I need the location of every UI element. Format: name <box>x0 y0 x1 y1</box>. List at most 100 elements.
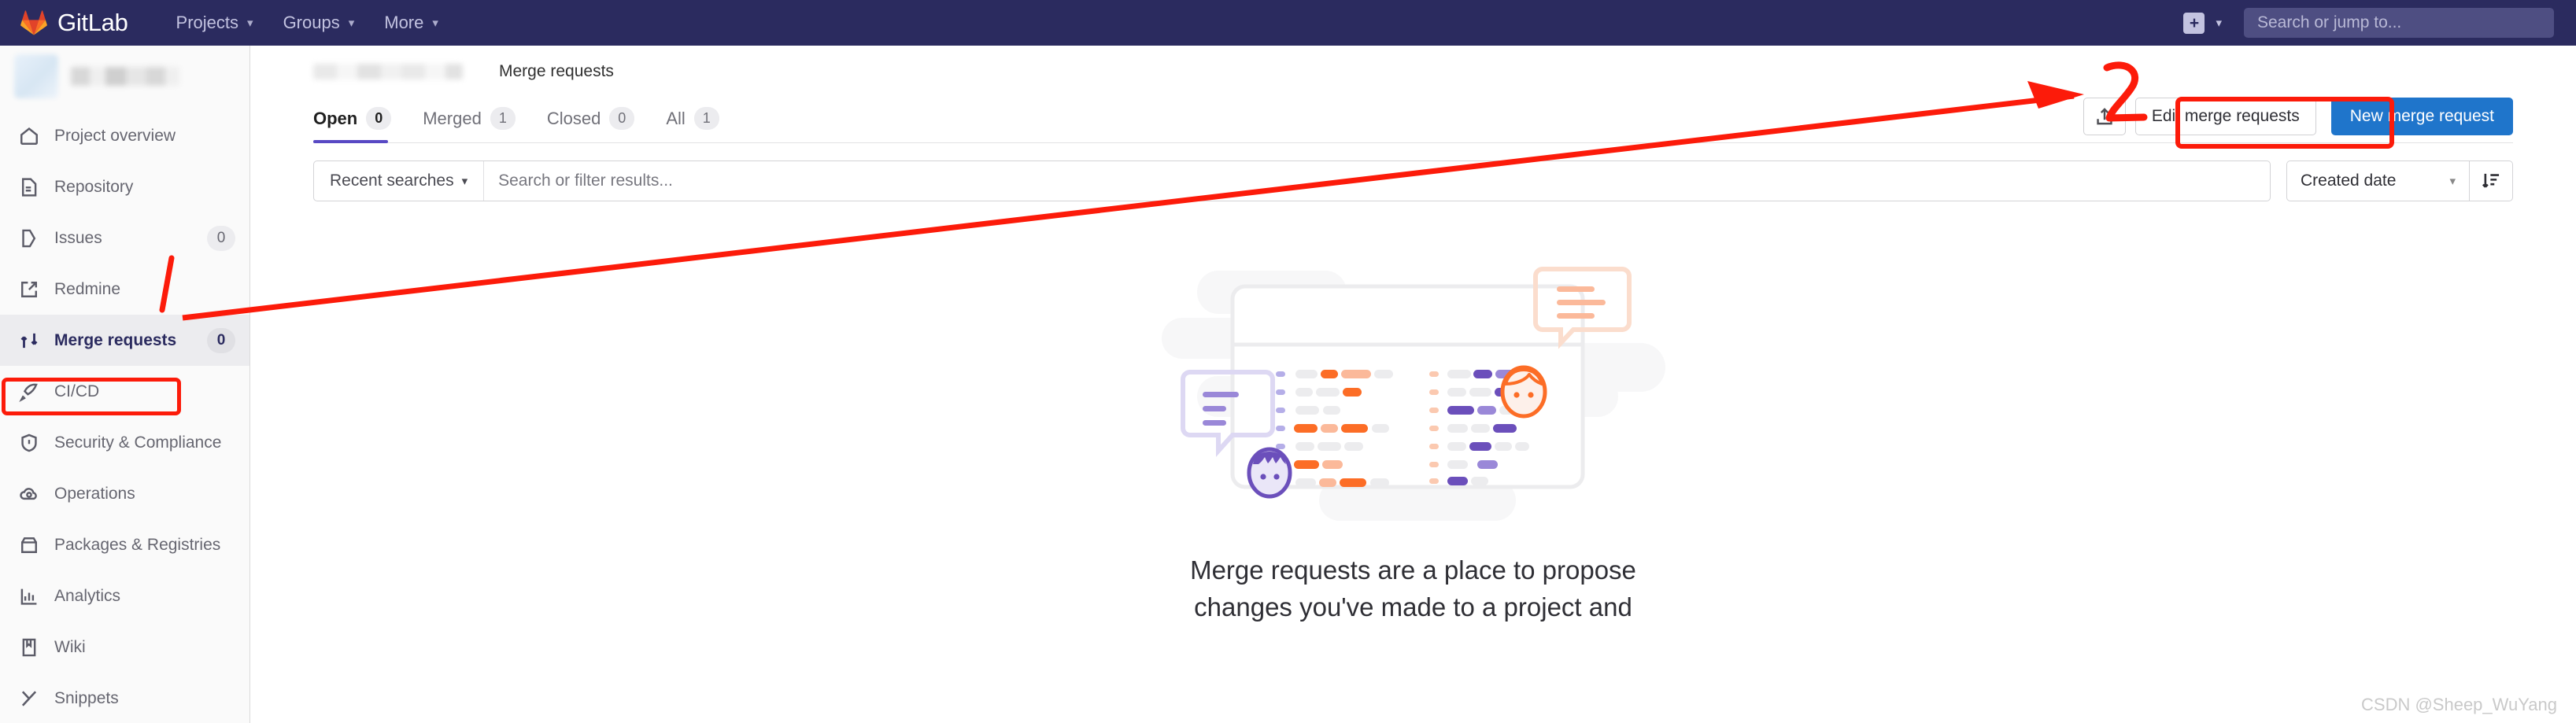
tab-closed[interactable]: Closed 0 <box>547 107 649 142</box>
sidebar-nav-list: Project overview Repository Issues 0 Red… <box>0 107 249 723</box>
global-search-input[interactable]: Search or jump to... <box>2244 8 2554 38</box>
topbar-right-group: + ▾ Search or jump to... <box>2183 8 2554 38</box>
chevron-down-icon: ▾ <box>461 175 468 188</box>
sort-by-value: Created date <box>2301 172 2397 190</box>
edit-merge-requests-label: Edit merge requests <box>2151 107 2300 125</box>
chevron-down-icon[interactable]: ▾ <box>2216 16 2222 30</box>
cloud-gear-icon <box>19 484 46 504</box>
shield-icon <box>19 433 46 453</box>
sidebar-label: Operations <box>54 484 135 503</box>
sidebar-project-header[interactable] <box>0 46 249 107</box>
watermark: CSDN @Sheep_WuYang <box>2361 695 2557 714</box>
merge-request-tabs-row: Open 0 Merged 1 Closed 0 All 1 Edit merg… <box>313 93 2513 143</box>
tab-open-label: Open <box>313 108 358 128</box>
nav-groups-label: Groups <box>283 13 340 32</box>
empty-state: Merge requests are a place to propose ch… <box>313 250 2513 626</box>
sidebar-item-project-overview[interactable]: Project overview <box>0 110 249 161</box>
tab-actions: Edit merge requests New merge request <box>2083 98 2513 142</box>
search-input[interactable] <box>484 172 2270 190</box>
merge-requests-empty-illustration-icon <box>1154 250 1673 526</box>
export-upload-icon[interactable] <box>2083 98 2126 135</box>
tab-all-label: All <box>666 108 686 128</box>
gitlab-merge-requests-page: GitLab Projects ▾ Groups ▾ More ▾ + ▾ Se… <box>0 0 2576 723</box>
nav-groups[interactable]: Groups ▾ <box>268 0 370 46</box>
sidebar-badge-merge-requests: 0 <box>207 327 235 353</box>
home-icon <box>19 126 46 146</box>
tab-merged-label: Merged <box>423 108 482 128</box>
project-name-redacted <box>71 67 179 86</box>
chevron-down-icon: ▾ <box>247 17 253 30</box>
nav-projects-label: Projects <box>176 13 239 32</box>
recent-searches-dropdown[interactable]: Recent searches ▾ <box>314 161 485 201</box>
sidebar-label: Merge requests <box>54 330 177 349</box>
gitlab-tanuki-logo-icon[interactable] <box>20 10 47 35</box>
sidebar-label: Snippets <box>54 688 119 707</box>
brand-wordmark: GitLab <box>57 9 128 36</box>
nav-more[interactable]: More ▾ <box>369 0 453 46</box>
content-wrapper: Merge requests Open 0 Merged 1 Closed 0 <box>250 46 2576 626</box>
breadcrumb: Merge requests <box>313 46 2513 87</box>
sidebar-item-operations[interactable]: Operations <box>0 468 249 519</box>
sidebar-item-repository[interactable]: Repository <box>0 161 249 212</box>
external-link-icon <box>19 279 46 300</box>
sort-group: Created date ▾ <box>2286 160 2513 201</box>
edit-merge-requests-button[interactable]: Edit merge requests <box>2134 98 2316 135</box>
sidebar-label: CI/CD <box>54 382 100 400</box>
tab-closed-count: 0 <box>609 107 635 130</box>
breadcrumb-current: Merge requests <box>499 62 614 80</box>
sidebar-item-issues[interactable]: Issues 0 <box>0 212 249 264</box>
tab-merged[interactable]: Merged 1 <box>423 107 530 142</box>
new-merge-request-button[interactable]: New merge request <box>2330 98 2513 135</box>
sidebar-label: Project overview <box>54 126 176 145</box>
filter-row: Recent searches ▾ Created date ▾ <box>313 160 2513 201</box>
rocket-icon <box>19 382 46 402</box>
book-icon <box>19 637 46 658</box>
sort-by-dropdown[interactable]: Created date ▾ <box>2286 160 2469 201</box>
tab-open-count: 0 <box>366 107 392 130</box>
tab-all[interactable]: All 1 <box>666 107 733 142</box>
sidebar-label: Analytics <box>54 586 121 605</box>
new-merge-request-label: New merge request <box>2349 107 2494 125</box>
sidebar-label: Packages & Registries <box>54 535 221 554</box>
search-filter-bar[interactable]: Recent searches ▾ <box>313 160 2271 201</box>
sidebar-label: Redmine <box>54 279 121 298</box>
breadcrumb-project-redacted[interactable] <box>313 64 463 79</box>
sidebar-label: Security & Compliance <box>54 433 222 452</box>
global-search-placeholder: Search or jump to... <box>2257 13 2402 31</box>
main-content: Merge requests Open 0 Merged 1 Closed 0 <box>250 46 2576 723</box>
sidebar-item-wiki[interactable]: Wiki <box>0 622 249 673</box>
sidebar-label: Repository <box>54 177 134 196</box>
sidebar-item-redmine[interactable]: Redmine <box>0 264 249 315</box>
plus-square-icon[interactable]: + <box>2183 12 2205 34</box>
project-sidebar: Project overview Repository Issues 0 Red… <box>0 46 250 723</box>
merge-request-icon <box>19 330 46 351</box>
sidebar-item-snippets[interactable]: Snippets <box>0 673 249 723</box>
chevron-down-icon: ▾ <box>2449 175 2456 188</box>
tab-merged-count: 1 <box>490 107 516 130</box>
recent-searches-label: Recent searches <box>330 172 454 190</box>
sidebar-item-merge-requests[interactable]: Merge requests 0 <box>0 315 249 366</box>
package-icon <box>19 535 46 555</box>
sidebar-item-security-compliance[interactable]: Security & Compliance <box>0 417 249 468</box>
chevron-down-icon: ▾ <box>432 17 438 30</box>
tab-all-count: 1 <box>693 107 719 130</box>
chart-bar-icon <box>19 586 46 607</box>
merge-request-tabs: Open 0 Merged 1 Closed 0 All 1 <box>313 107 751 143</box>
sidebar-item-packages-registries[interactable]: Packages & Registries <box>0 519 249 570</box>
nav-more-label: More <box>384 13 424 32</box>
sidebar-item-analytics[interactable]: Analytics <box>0 570 249 622</box>
top-navbar: GitLab Projects ▾ Groups ▾ More ▾ + ▾ Se… <box>0 0 2576 46</box>
document-icon <box>19 177 46 197</box>
sidebar-label: Issues <box>54 228 102 247</box>
sidebar-label: Wiki <box>54 637 86 656</box>
chevron-down-icon: ▾ <box>348 17 355 30</box>
tab-closed-label: Closed <box>546 108 601 128</box>
project-avatar <box>14 54 58 98</box>
issues-icon <box>19 228 46 249</box>
sidebar-item-cicd[interactable]: CI/CD <box>0 366 249 417</box>
empty-state-title: Merge requests are a place to propose ch… <box>1190 555 1636 622</box>
snippet-icon <box>19 688 46 709</box>
nav-projects[interactable]: Projects ▾ <box>161 0 268 46</box>
tab-open[interactable]: Open 0 <box>313 107 405 143</box>
sort-direction-icon[interactable] <box>2469 160 2513 201</box>
